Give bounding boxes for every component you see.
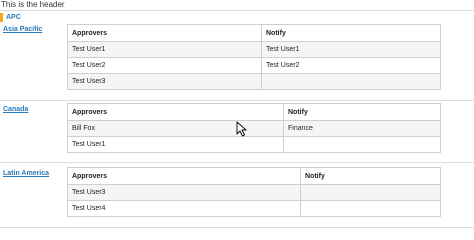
header-divider xyxy=(0,10,474,11)
page-header: This is the header xyxy=(1,0,65,9)
region-divider xyxy=(0,227,474,228)
notify-cell: Finance xyxy=(283,120,441,137)
table-row: Test User1 Test User1 xyxy=(67,41,441,58)
approver-cell: Test User1 xyxy=(67,136,284,153)
notify-cell xyxy=(300,200,441,217)
column-header-approvers: Approvers xyxy=(67,167,301,185)
approvers-table-asia-pacific: Approvers Notify Test User1 Test User1 T… xyxy=(67,24,441,90)
region-divider xyxy=(0,162,474,163)
column-header-approvers: Approvers xyxy=(67,24,262,42)
column-header-notify: Notify xyxy=(261,24,441,42)
column-header-notify: Notify xyxy=(283,103,441,121)
approver-cell: Test User3 xyxy=(67,184,301,201)
notify-cell xyxy=(300,184,441,201)
table-row: Bill Fox Finance xyxy=(67,120,441,137)
region-divider xyxy=(0,100,474,101)
table-row: Test User4 xyxy=(67,200,441,217)
region-link-canada[interactable]: Canada xyxy=(3,106,28,113)
notify-cell: Test User1 xyxy=(261,41,441,58)
table-row: Test User3 xyxy=(67,184,441,201)
table-header-row: Approvers Notify xyxy=(67,24,441,42)
table-header-row: Approvers Notify xyxy=(67,103,441,121)
group-tag: APC xyxy=(0,13,21,22)
approvers-table-latin-america: Approvers Notify Test User3 Test User4 xyxy=(67,167,441,217)
table-row: Test User2 Test User2 xyxy=(67,57,441,74)
approver-cell: Test User4 xyxy=(67,200,301,217)
mouse-pointer-icon xyxy=(236,121,247,137)
group-tag-label: APC xyxy=(6,14,21,21)
column-header-notify: Notify xyxy=(300,167,441,185)
group-tag-marker xyxy=(0,13,3,22)
approvers-table-canada: Approvers Notify Bill Fox Finance Test U… xyxy=(67,103,441,153)
table-header-row: Approvers Notify xyxy=(67,167,441,185)
approver-cell: Test User2 xyxy=(67,57,262,74)
approver-cell: Test User3 xyxy=(67,73,262,90)
approver-cell: Test User1 xyxy=(67,41,262,58)
notify-cell xyxy=(261,73,441,90)
table-row: Test User3 xyxy=(67,73,441,90)
region-link-asia-pacific[interactable]: Asia Pacific xyxy=(3,26,42,33)
region-link-latin-america[interactable]: Latin America xyxy=(3,170,49,177)
notify-cell: Test User2 xyxy=(261,57,441,74)
notify-cell xyxy=(283,136,441,153)
column-header-approvers: Approvers xyxy=(67,103,284,121)
approver-cell: Bill Fox xyxy=(67,120,284,137)
table-row: Test User1 xyxy=(67,136,441,153)
